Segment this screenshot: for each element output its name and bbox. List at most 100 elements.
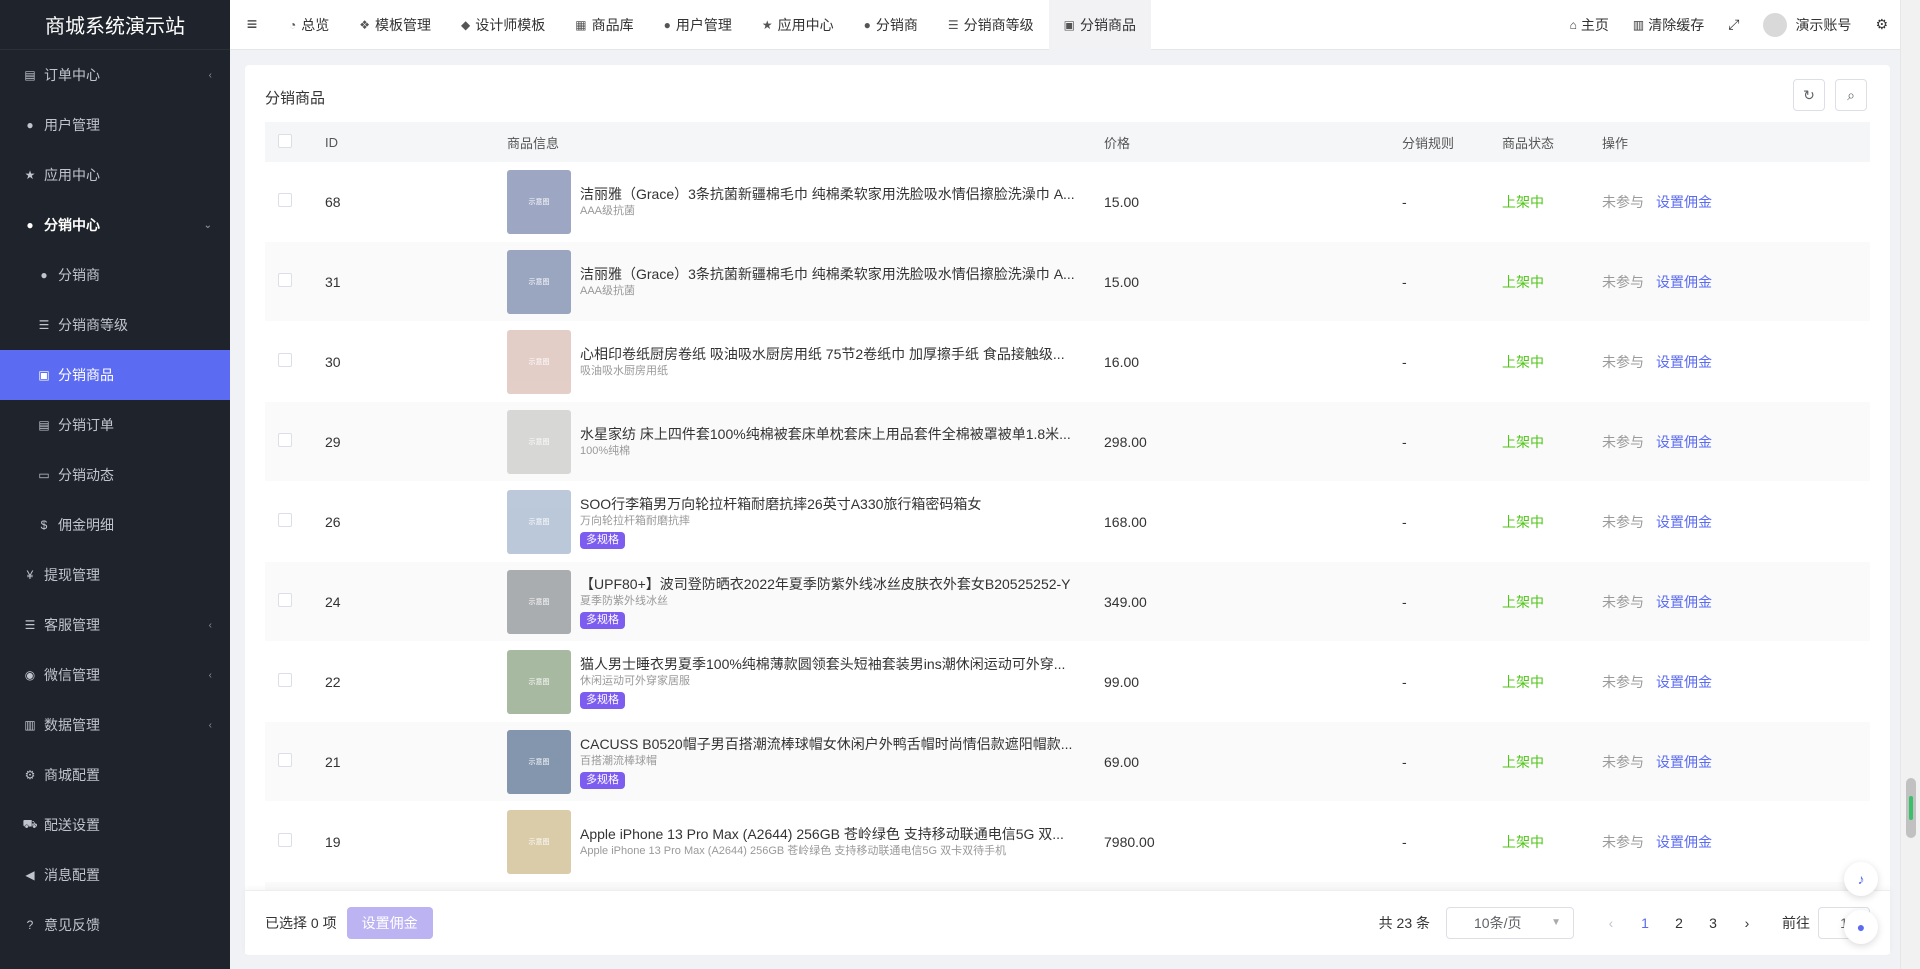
- search-icon[interactable]: ⌕: [1835, 79, 1867, 111]
- menu-toggle-icon[interactable]: ≡: [230, 0, 274, 50]
- page-scrollbar[interactable]: [1900, 0, 1920, 969]
- row-product-info: 示意图 CACUSS B0520帽子男百搭潮流棒球帽女休闲户外鸭舌帽时尚情侣款遮阳…: [507, 729, 1104, 794]
- product-subtitle: 休闲运动可外穿家居服: [580, 674, 690, 687]
- bell-icon[interactable]: ♪: [1844, 862, 1878, 896]
- sidebar-item-8[interactable]: ▤ 分销订单: [0, 400, 230, 450]
- sidebar-item-11[interactable]: ¥ 提现管理: [0, 550, 230, 600]
- tab-4[interactable]: ▦ 商品库: [560, 0, 648, 50]
- scrollbar-thumb[interactable]: [1906, 778, 1916, 838]
- set-commission-link[interactable]: 设置佣金: [1656, 674, 1712, 690]
- product-image[interactable]: 示意图: [507, 489, 571, 554]
- set-commission-link[interactable]: 设置佣金: [1656, 594, 1712, 610]
- sidebar-item-1[interactable]: ▤ 订单中心 ‹: [0, 50, 230, 100]
- set-commission-link[interactable]: 设置佣金: [1656, 754, 1712, 770]
- product-image[interactable]: 示意图: [507, 409, 571, 474]
- tab-7[interactable]: ● 分销商: [849, 0, 933, 50]
- set-commission-link[interactable]: 设置佣金: [1656, 354, 1712, 370]
- sidebar-item-10[interactable]: $ 佣金明细: [0, 500, 230, 550]
- product-subtitle: AAA级抗菌: [580, 284, 636, 297]
- product-image[interactable]: 示意图: [507, 649, 571, 714]
- tab-3[interactable]: ◆ 设计师模板: [446, 0, 560, 50]
- select-all-checkbox[interactable]: [278, 133, 292, 148]
- product-image[interactable]: 示意图: [507, 249, 571, 314]
- fullscreen-icon[interactable]: ⤢: [1716, 16, 1751, 33]
- page-3[interactable]: 3: [1696, 907, 1730, 939]
- row-checkbox[interactable]: [278, 273, 292, 287]
- account-menu[interactable]: 演示账号: [1751, 12, 1863, 37]
- page-1[interactable]: 1: [1628, 907, 1662, 939]
- sidebar-item-label: 提现管理: [44, 567, 100, 583]
- user-icon: ●: [863, 17, 871, 32]
- page-size-select[interactable]: 10条/页 ▼: [1446, 906, 1574, 939]
- sidebar-menu: ▤ 订单中心 ‹ ● 用户管理 ★ 应用中心 ● 分销中心 ⌄ ● 分销商 ☰ 分销商等级 ▣ 分销商品 ▤ 分销…: [0, 50, 230, 950]
- set-commission-link[interactable]: 设置佣金: [1656, 274, 1712, 290]
- cube-icon: ◆: [461, 17, 471, 32]
- prev-page-icon[interactable]: ‹: [1594, 907, 1628, 939]
- row-status: 上架中: [1502, 272, 1602, 292]
- sidebar-item-17[interactable]: ◀ 消息配置: [0, 850, 230, 900]
- row-checkbox[interactable]: [278, 353, 292, 367]
- row-checkbox[interactable]: [278, 193, 292, 207]
- sidebar-item-18[interactable]: ? 意见反馈: [0, 900, 230, 950]
- product-image[interactable]: 示意图: [507, 729, 571, 794]
- product-image[interactable]: 示意图: [507, 169, 571, 234]
- sidebar-item-15[interactable]: ⚙ 商城配置: [0, 750, 230, 800]
- gears-icon: ⚙: [24, 768, 36, 782]
- chat-icon[interactable]: ●: [1844, 910, 1878, 944]
- sidebar-item-7[interactable]: ▣ 分销商品: [0, 350, 230, 400]
- tab-5[interactable]: ● 用户管理: [649, 0, 747, 50]
- row-checkbox[interactable]: [278, 593, 292, 607]
- sidebar-item-6[interactable]: ☰ 分销商等级: [0, 300, 230, 350]
- row-status: 上架中: [1502, 672, 1602, 692]
- set-commission-link[interactable]: 设置佣金: [1656, 194, 1712, 210]
- tab-2[interactable]: ❖ 模板管理: [344, 0, 446, 50]
- sidebar-item-2[interactable]: ● 用户管理: [0, 100, 230, 150]
- row-checkbox[interactable]: [278, 513, 292, 527]
- set-commission-link[interactable]: 设置佣金: [1656, 514, 1712, 530]
- product-image[interactable]: 示意图: [507, 569, 571, 634]
- row-price: 298.00: [1104, 433, 1147, 450]
- top-right-actions: ⌂ 主页 ▥ 清除缓存 ⤢ 演示账号 ⚙: [1558, 0, 1900, 50]
- chevron-icon: ‹: [208, 619, 212, 631]
- sidebar-item-5[interactable]: ● 分销商: [0, 250, 230, 300]
- product-image[interactable]: 示意图: [507, 329, 571, 394]
- sidebar-item-16[interactable]: ⛟ 配送设置: [0, 800, 230, 850]
- sidebar-item-4[interactable]: ● 分销中心 ⌄: [0, 200, 230, 250]
- home-label: 主页: [1580, 16, 1609, 33]
- home-link[interactable]: ⌂ 主页: [1558, 15, 1621, 35]
- set-commission-link[interactable]: 设置佣金: [1656, 434, 1712, 450]
- row-checkbox-cell: [265, 593, 325, 610]
- settings-icon[interactable]: ⚙: [1863, 16, 1900, 33]
- product-subtitle: 吸油吸水厨房用纸: [580, 364, 668, 377]
- page-2[interactable]: 2: [1662, 907, 1696, 939]
- tab-6[interactable]: ★ 应用中心: [747, 0, 849, 50]
- row-status: 上架中: [1502, 192, 1602, 212]
- row-checkbox[interactable]: [278, 433, 292, 447]
- row-rule: -: [1402, 753, 1407, 770]
- sidebar-item-12[interactable]: ☰ 客服管理 ‹: [0, 600, 230, 650]
- row-checkbox[interactable]: [278, 673, 292, 687]
- set-commission-link[interactable]: 设置佣金: [1656, 834, 1712, 850]
- tab-8[interactable]: ☰ 分销商等级: [933, 0, 1049, 50]
- product-name: 水星家纺 床上四件套100%纯棉被套床单枕套床上用品套件全棉被罩被单1.8米..…: [580, 425, 1071, 442]
- top-navbar: ≡ ◔ 总览 ❖ 模板管理 ◆ 设计师模板 ▦ 商品库 ● 用户管理 ★ 应用中心 ● 分销商 ☰ 分销商等级…: [230, 0, 1900, 50]
- next-page-icon[interactable]: ›: [1730, 907, 1764, 939]
- row-checkbox[interactable]: [278, 753, 292, 767]
- app-logo-title: 商城系统演示站: [0, 0, 230, 50]
- sidebar-item-13[interactable]: ◉ 微信管理 ‹: [0, 650, 230, 700]
- star-icon: ★: [24, 168, 36, 182]
- batch-set-commission-button[interactable]: 设置佣金: [346, 906, 433, 939]
- tab-1[interactable]: ◔ 总览: [274, 0, 344, 50]
- clear-cache-button[interactable]: ▥ 清除缓存: [1621, 15, 1716, 35]
- sidebar-item-9[interactable]: ▭ 分销动态: [0, 450, 230, 500]
- sidebar-item-label: 佣金明细: [58, 517, 114, 533]
- table-body: 68 示意图 洁丽雅（Grace）3条抗菌新疆棉毛巾 纯棉柔软家用洗脸吸水情侣擦脸洗…: [265, 162, 1870, 902]
- sidebar-item-14[interactable]: ▥ 数据管理 ‹: [0, 700, 230, 750]
- sidebar-item-label: 消息配置: [44, 867, 100, 883]
- not-participating-label: 未参与: [1602, 753, 1644, 770]
- refresh-icon[interactable]: ↻: [1793, 79, 1825, 111]
- product-image[interactable]: 示意图: [507, 809, 571, 874]
- row-checkbox[interactable]: [278, 833, 292, 847]
- tab-9[interactable]: ▣ 分销商品: [1048, 0, 1151, 50]
- sidebar-item-3[interactable]: ★ 应用中心: [0, 150, 230, 200]
